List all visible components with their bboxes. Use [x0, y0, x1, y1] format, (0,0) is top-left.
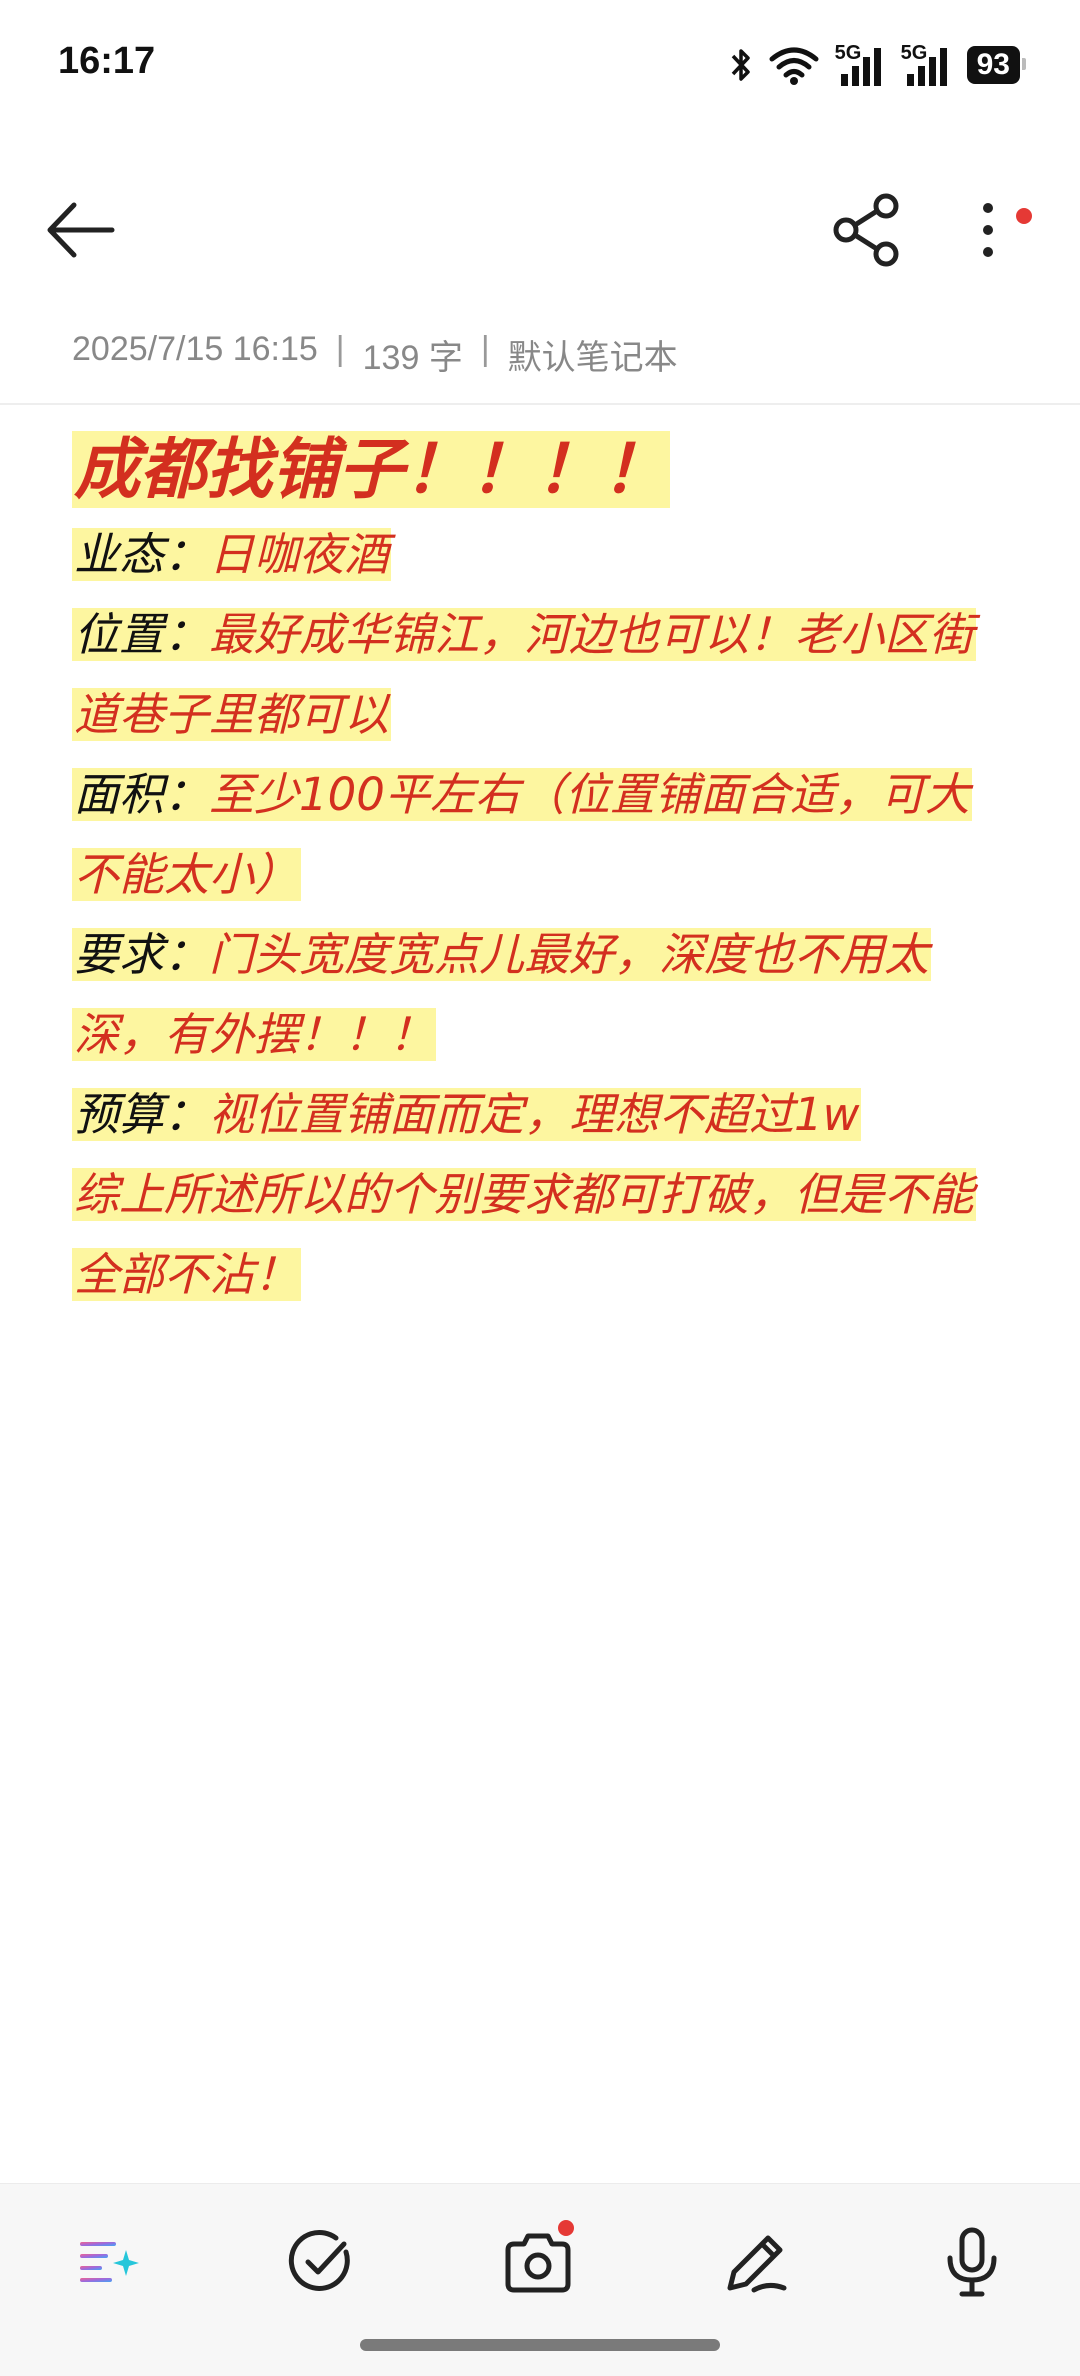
- notification-badge: [1016, 208, 1032, 224]
- note-notebook[interactable]: 默认笔记本: [508, 330, 678, 379]
- voice-button[interactable]: [934, 2224, 1010, 2300]
- share-icon: [833, 193, 899, 267]
- microphone-icon: [947, 2227, 997, 2297]
- meta-separator: |: [335, 330, 345, 368]
- camera-button[interactable]: [500, 2220, 576, 2300]
- note-line-area: 面积：至少100平左右（位置铺面合适，可大不能太小）: [72, 755, 1002, 915]
- line-value: 最好成华锦江，河边也可以！老小区街道巷子里都可以: [74, 608, 975, 741]
- note-datetime: 2025/7/15 16:15: [72, 330, 318, 368]
- pen-icon: [727, 2235, 787, 2293]
- back-button[interactable]: [40, 195, 120, 265]
- arrow-left-icon: [47, 202, 115, 258]
- divider: [0, 403, 1080, 405]
- line-label: 要求：: [74, 928, 210, 981]
- note-content[interactable]: 成都找铺子！！！！ 业态：日咖夜酒 位置：最好成华锦江，河边也可以！老小区街道巷…: [72, 425, 1002, 1315]
- top-navigation: [0, 170, 1080, 290]
- status-bar: 16:17 5G 5G 93: [0, 0, 1080, 130]
- line-value: 综上所述所以的个别要求都可打破，但是不能全部不沾！: [74, 1168, 975, 1301]
- signal-5g-icon: 5G: [901, 42, 951, 86]
- line-label: 业态：: [74, 528, 210, 581]
- line-label: 位置：: [74, 608, 210, 661]
- note-line-summary: 综上所述所以的个别要求都可打破，但是不能全部不沾！: [72, 1155, 1002, 1315]
- more-vertical-icon: [983, 203, 993, 257]
- status-icons: 5G 5G 93: [729, 40, 1027, 90]
- meta-separator: |: [480, 330, 490, 368]
- line-value: 至少100平左右（位置铺面合适，可大不能太小）: [74, 768, 970, 901]
- bluetooth-icon: [731, 49, 750, 81]
- camera-badge: [558, 2220, 574, 2236]
- ai-format-button[interactable]: [70, 2224, 146, 2300]
- line-label: 面积：: [74, 768, 210, 821]
- line-value: 日咖夜酒: [209, 528, 390, 581]
- pen-button[interactable]: [718, 2224, 794, 2300]
- note-title: 成都找铺子！！！！: [72, 431, 670, 508]
- checklist-button[interactable]: [284, 2224, 360, 2300]
- note-line-requirements: 要求：门头宽度宽点儿最好，深度也不用太深，有外摆！！！: [72, 915, 1002, 1075]
- home-indicator[interactable]: [360, 2339, 720, 2351]
- checklist-icon: [288, 2229, 350, 2291]
- line-label: 预算：: [74, 1088, 210, 1141]
- wifi-icon: [769, 47, 819, 85]
- battery-indicator: 93: [966, 46, 1027, 84]
- note-line-budget: 预算：视位置铺面而定，理想不超过1w: [72, 1075, 1002, 1155]
- more-options-button[interactable]: [968, 192, 1032, 268]
- note-meta: 2025/7/15 16:15 | 139 字 | 默认笔记本: [72, 330, 678, 379]
- share-button[interactable]: [830, 192, 906, 268]
- note-word-count: 139 字: [362, 339, 463, 377]
- note-line-type: 业态：日咖夜酒: [72, 515, 1002, 595]
- ai-format-icon: [80, 2242, 139, 2282]
- status-time: 16:17: [58, 40, 156, 82]
- line-value: 视位置铺面而定，理想不超过1w: [209, 1088, 860, 1141]
- signal-5g-icon: 5G: [835, 42, 885, 86]
- note-line-location: 位置：最好成华锦江，河边也可以！老小区街道巷子里都可以: [72, 595, 1002, 755]
